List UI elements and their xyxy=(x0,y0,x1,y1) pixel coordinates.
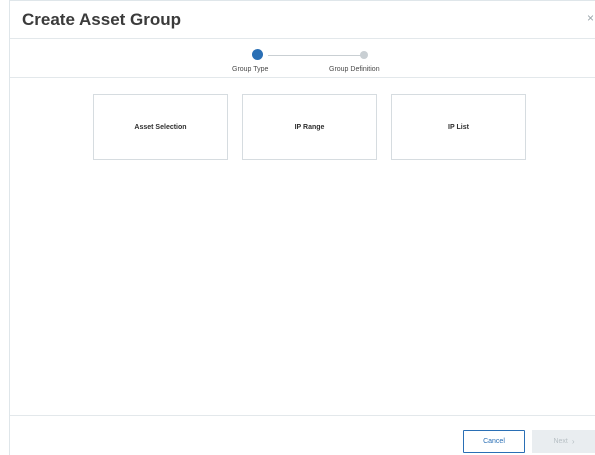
option-ip-list[interactable]: IP List xyxy=(391,94,526,160)
option-label: Asset Selection xyxy=(134,123,187,131)
dialog-title: Create Asset Group xyxy=(22,10,182,29)
close-icon[interactable]: × xyxy=(587,12,594,24)
step-label-group-type: Group Type xyxy=(232,66,269,73)
step-label-group-definition: Group Definition xyxy=(329,66,380,73)
step-connector xyxy=(268,55,362,56)
dialog-footer: Cancel Next › xyxy=(10,415,595,455)
create-asset-group-dialog: Create Asset Group × Group Type Group De… xyxy=(9,0,595,455)
option-label: IP List xyxy=(448,123,469,131)
option-label: IP Range xyxy=(294,123,325,131)
step-indicator-group-type xyxy=(252,49,263,60)
next-button-label: Next xyxy=(553,438,568,445)
cancel-button-label: Cancel xyxy=(483,438,505,445)
chevron-right-icon: › xyxy=(571,437,575,446)
cancel-button[interactable]: Cancel xyxy=(463,430,525,453)
next-button[interactable]: Next › xyxy=(532,430,595,453)
option-asset-selection[interactable]: Asset Selection xyxy=(93,94,228,160)
step-indicator-group-definition xyxy=(360,51,368,59)
wizard-stepper: Group Type Group Definition xyxy=(10,38,595,78)
option-ip-range[interactable]: IP Range xyxy=(242,94,377,160)
dialog-header: Create Asset Group × xyxy=(10,1,595,37)
